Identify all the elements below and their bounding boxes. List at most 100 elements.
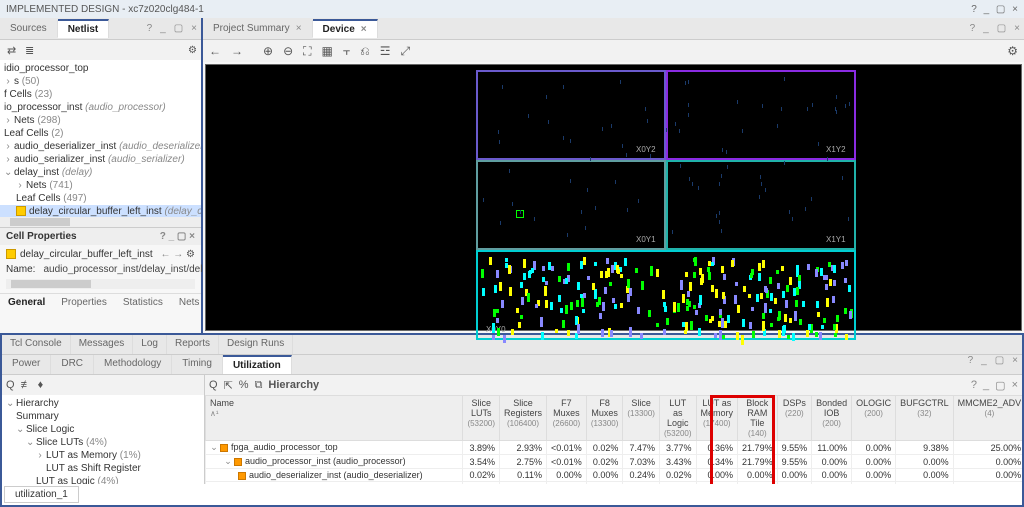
maximize-icon[interactable]: ▢	[177, 231, 186, 242]
scrollbar[interactable]	[0, 217, 201, 227]
inner-tab[interactable]: Timing	[172, 355, 223, 374]
close-icon[interactable]: ×	[296, 23, 302, 34]
zoom-fit-icon[interactable]: ⛶	[303, 44, 311, 59]
search-icon[interactable]: Q	[6, 379, 15, 391]
collapse-icon[interactable]: ⇄	[7, 45, 16, 57]
util-tree-row[interactable]: ›LUT as Memory (1%)	[2, 449, 204, 462]
col-header[interactable]: Block RAM Tile(140)	[738, 396, 778, 441]
tree-row[interactable]: io_processor_inst (audio_processor)	[0, 101, 201, 114]
tree-row[interactable]: ›audio_serializer_inst (audio_serializer…	[0, 153, 201, 166]
bottom-tab[interactable]: Reports	[167, 335, 219, 354]
util-tree-row[interactable]: ⌄Slice Logic	[2, 423, 204, 436]
col-header[interactable]: Name∧¹	[206, 396, 463, 441]
editor-tab[interactable]: Device×	[313, 19, 378, 38]
prev-icon[interactable]: ←	[209, 44, 221, 58]
col-header[interactable]: BUFGCTRL(32)	[896, 396, 954, 441]
close-icon[interactable]: ×	[361, 24, 367, 35]
minimize-icon[interactable]: _	[156, 23, 170, 34]
table-row[interactable]: ⌄fpga_audio_processor_top3.89%2.93%<0.01…	[206, 441, 1023, 455]
minimize-icon[interactable]: _	[983, 379, 989, 391]
col-header[interactable]: LUT as Memory(17400)	[696, 396, 738, 441]
select-icon[interactable]: ▦	[322, 44, 333, 58]
netlist-tree[interactable]: idio_processor_top›s (50)f Cells (23)io_…	[0, 60, 201, 217]
minimize-icon[interactable]: _	[984, 4, 990, 15]
close-icon[interactable]: ×	[1010, 23, 1024, 34]
gear-icon[interactable]: ⚙	[1007, 44, 1018, 58]
col-header[interactable]: OLOGIC(200)	[852, 396, 896, 441]
help-icon[interactable]: ?	[966, 23, 980, 34]
util-tree-row[interactable]: LUT as Logic (4%)	[2, 475, 204, 484]
close-icon[interactable]: ×	[189, 231, 195, 242]
tree-row[interactable]: delay_circular_buffer_left_inst (delay_c…	[0, 205, 201, 217]
col-header[interactable]: DSPs(220)	[777, 396, 812, 441]
collapse-icon[interactable]: ♦	[38, 379, 44, 391]
close-icon[interactable]: ×	[1012, 4, 1018, 15]
tree-row[interactable]: Leaf Cells (2)	[0, 127, 201, 140]
col-header[interactable]: Slice(13300)	[623, 396, 660, 441]
maximize-icon[interactable]: ▢	[170, 23, 187, 34]
highlight-icon[interactable]: ☲	[380, 44, 391, 58]
col-header[interactable]: Bonded IOB(200)	[812, 396, 852, 441]
col-header[interactable]: Slice Registers(106400)	[500, 396, 547, 441]
collapse-icon[interactable]: ⇱	[224, 379, 233, 392]
help-icon[interactable]: ?	[143, 23, 157, 34]
percent-icon[interactable]: %	[239, 379, 249, 391]
bottom-tab[interactable]: Design Runs	[219, 335, 293, 354]
tree-row[interactable]: ›Nets (298)	[0, 114, 201, 127]
hierarchy-icon[interactable]: ⧉	[255, 379, 263, 392]
maximize-icon[interactable]: ▢	[995, 379, 1005, 392]
help-icon[interactable]: ?	[971, 379, 977, 391]
minimize-icon[interactable]: _	[979, 23, 993, 34]
tree-row[interactable]: ›Nets (741)	[0, 179, 201, 192]
tree-row[interactable]: Leaf Cells (497)	[0, 192, 201, 205]
help-icon[interactable]: ?	[964, 355, 978, 374]
tree-row[interactable]: ›audio_deserializer_inst (audio_deserial…	[0, 140, 201, 153]
utilization-table[interactable]: Name∧¹Slice LUTs(53200)Slice Registers(1…	[205, 395, 1022, 484]
cell-props-tab[interactable]: Properties	[53, 294, 115, 333]
search-icon[interactable]: Q	[209, 379, 218, 391]
scrollbar[interactable]	[6, 279, 195, 289]
cell-props-tab[interactable]: General	[0, 294, 53, 333]
util-tree-row[interactable]: Summary	[2, 410, 204, 423]
tab-netlist[interactable]: Netlist	[58, 19, 110, 38]
expand-icon[interactable]: ≣	[25, 45, 34, 57]
gear-icon[interactable]: ⚙	[188, 45, 197, 56]
gear-icon[interactable]: ⚙	[186, 249, 195, 260]
expand-icon[interactable]: ⤢	[401, 44, 411, 59]
util-left-tree[interactable]: ⌄HierarchySummary⌄Slice Logic⌄Slice LUTs…	[2, 395, 204, 484]
table-row[interactable]: ⌄audio_processor_inst (audio_processor)3…	[206, 455, 1023, 469]
tree-row[interactable]: ›s (50)	[0, 75, 201, 88]
prev-icon[interactable]: ←	[160, 249, 170, 260]
table-row[interactable]: audio_serializer_inst (audio_serializer)…	[206, 482, 1023, 485]
util-tree-row[interactable]: ⌄Hierarchy	[2, 397, 204, 410]
bottom-tab[interactable]: Tcl Console	[2, 335, 71, 354]
tree-row[interactable]: ⌄delay_inst (delay)	[0, 166, 201, 179]
table-row[interactable]: audio_deserializer_inst (audio_deseriali…	[206, 469, 1023, 482]
close-icon[interactable]: ×	[1008, 355, 1022, 374]
status-tab[interactable]: utilization_1	[4, 486, 79, 503]
routing-icon[interactable]: ⎌	[360, 44, 370, 59]
maximize-icon[interactable]: ▢	[993, 23, 1010, 34]
help-icon[interactable]: ?	[160, 231, 166, 242]
inner-tab[interactable]: DRC	[51, 355, 94, 374]
maximize-icon[interactable]: ▢	[996, 4, 1005, 15]
col-header[interactable]: F7 Muxes(26600)	[547, 396, 587, 441]
bottom-tab[interactable]: Messages	[71, 335, 134, 354]
bottom-tab[interactable]: Log	[133, 335, 167, 354]
col-header[interactable]: F8 Muxes(13300)	[586, 396, 623, 441]
help-icon[interactable]: ?	[971, 4, 977, 15]
inner-tab[interactable]: Power	[2, 355, 51, 374]
next-icon[interactable]: →	[231, 44, 243, 58]
cell-props-tab[interactable]: Statistics	[115, 294, 171, 333]
inner-tab[interactable]: Methodology	[94, 355, 172, 374]
col-header[interactable]: MMCME2_ADV(4)	[953, 396, 1022, 441]
tab-sources[interactable]: Sources	[0, 20, 58, 37]
next-icon[interactable]: →	[173, 249, 183, 260]
editor-tab[interactable]: Project Summary×	[203, 20, 313, 37]
close-icon[interactable]: ×	[1012, 379, 1018, 391]
col-header[interactable]: LUT as Logic(53200)	[659, 396, 696, 441]
tree-row[interactable]: idio_processor_top	[0, 62, 201, 75]
col-header[interactable]: Slice LUTs(53200)	[463, 396, 500, 441]
cell-props-tab[interactable]: Nets	[171, 294, 208, 333]
tree-row[interactable]: f Cells (23)	[0, 88, 201, 101]
